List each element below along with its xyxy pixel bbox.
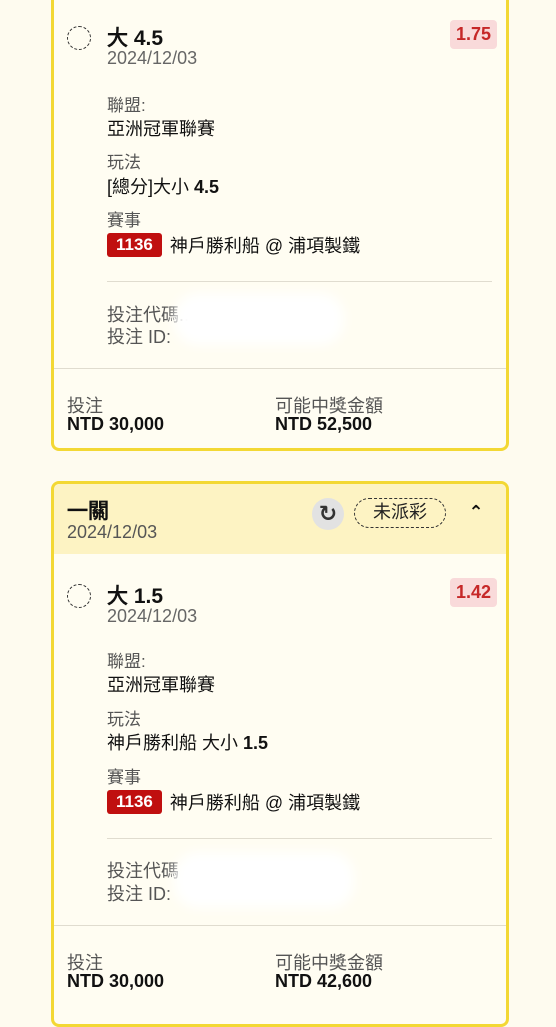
footer-divider	[54, 925, 506, 926]
selection-date: 2024/12/03	[107, 606, 198, 626]
refresh-icon[interactable]: ↻	[312, 498, 344, 530]
bet-id-label: 投注 ID:	[107, 884, 172, 904]
event-name: 神戶勝利船 @ 浦項製鐵	[169, 793, 361, 813]
event-label: 賽事	[107, 211, 141, 230]
footer-divider	[54, 368, 506, 369]
league-label: 聯盟:	[107, 652, 146, 671]
event-name: 神戶勝利船 @ 浦項製鐵	[169, 236, 361, 256]
market-label: 玩法	[107, 153, 141, 172]
bet-card-2: 一關 2024/12/03 ↻ 未派彩 ⌃ 大 1.5 2024/12/03 1…	[51, 481, 509, 1027]
market-label: 玩法	[107, 710, 141, 729]
league-value: 亞洲冠軍聯賽	[107, 675, 215, 695]
bet-card-header[interactable]: 一關 2024/12/03 ↻ 未派彩 ⌃	[54, 484, 506, 554]
bet-type-title: 一關	[67, 500, 109, 523]
stake-value: NTD 30,000	[67, 414, 165, 434]
bet-card-1: 大 4.5 2024/12/03 1.75 聯盟: 亞洲冠軍聯賽 玩法 [總分]…	[51, 0, 509, 451]
redacted-mask	[174, 293, 344, 345]
event-label: 賽事	[107, 768, 141, 787]
event-number-badge: 1136	[107, 790, 162, 814]
redacted-mask	[174, 852, 354, 908]
chevron-up-icon[interactable]: ⌃	[466, 502, 486, 522]
stake-value: NTD 30,000	[67, 971, 165, 991]
divider	[107, 838, 492, 839]
market-value: [總分]大小 4.5	[107, 177, 220, 197]
payout-value: NTD 42,600	[275, 971, 373, 991]
radio-unselected-icon[interactable]	[67, 584, 91, 608]
selection-date: 2024/12/03	[107, 48, 198, 68]
bet-date: 2024/12/03	[67, 522, 158, 542]
odds-badge: 1.75	[449, 20, 497, 49]
event-number-badge: 1136	[107, 233, 162, 257]
event-row: 1136 神戶勝利船 @ 浦項製鐵	[107, 232, 360, 258]
odds-badge: 1.42	[449, 578, 497, 607]
league-value: 亞洲冠軍聯賽	[107, 119, 215, 139]
status-badge: 未派彩	[354, 498, 446, 528]
event-row: 1136 神戶勝利船 @ 浦項製鐵	[107, 789, 360, 815]
radio-unselected-icon[interactable]	[67, 26, 91, 50]
payout-value: NTD 52,500	[275, 414, 373, 434]
bet-id-label: 投注 ID:	[107, 327, 172, 347]
divider	[107, 281, 492, 282]
market-value: 神戶勝利船 大小 1.5	[107, 733, 269, 753]
league-label: 聯盟:	[107, 96, 146, 115]
